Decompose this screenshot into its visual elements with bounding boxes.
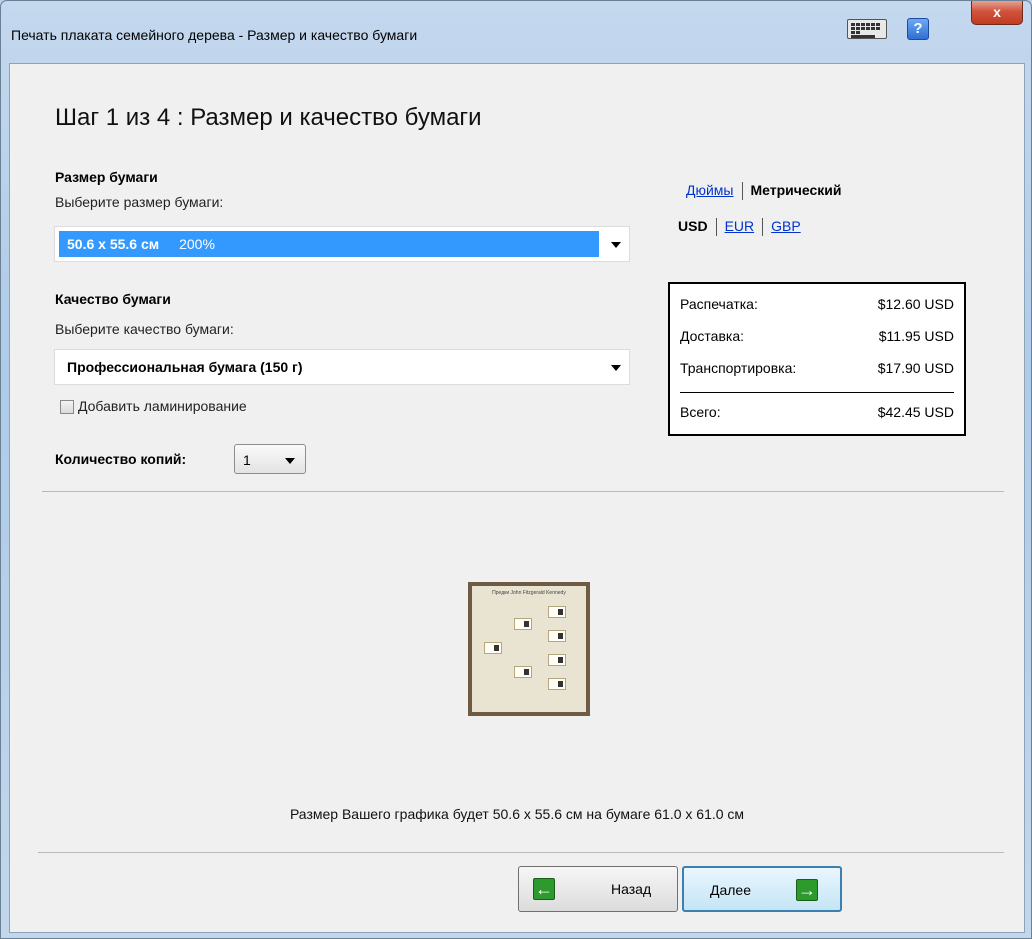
lamination-label[interactable]: Добавить ламинирование [78, 398, 247, 414]
currency-eur-link[interactable]: EUR [725, 218, 755, 234]
currency-switch: USD EUR GBP [678, 218, 801, 237]
price-value: $11.95 USD [878, 328, 954, 344]
price-total-row: Всего: $42.45 USD [680, 404, 954, 420]
chevron-down-icon[interactable] [611, 365, 621, 371]
dialog-content: Шаг 1 из 4 : Размер и качество бумаги Ра… [9, 63, 1025, 933]
preview-card [548, 654, 566, 666]
paper-size-prompt: Выберите размер бумаги: [55, 194, 224, 210]
copies-value: 1 [243, 452, 251, 468]
chevron-down-icon[interactable] [285, 458, 295, 464]
next-button-label: Далее [710, 882, 752, 898]
divider [42, 491, 1004, 492]
total-value: $42.45 USD [877, 404, 954, 420]
price-row: Транспортировка: $17.90 USD [680, 360, 954, 376]
back-button[interactable]: ← Назад [518, 866, 678, 912]
divider [715, 218, 717, 237]
copies-select[interactable]: 1 [234, 444, 306, 474]
paper-size-percent: 200% [179, 236, 215, 252]
currency-gbp-link[interactable]: GBP [771, 218, 801, 234]
total-label: Всего: [680, 404, 721, 420]
price-value: $17.90 USD [877, 360, 954, 376]
paper-size-section-label: Размер бумаги [55, 169, 158, 185]
output-size-caption: Размер Вашего графика будет 50.6 x 55.6 … [289, 806, 745, 822]
chevron-down-icon[interactable] [611, 242, 621, 248]
window-title: Печать плаката семейного дерева - Размер… [11, 27, 418, 43]
copies-label: Количество копий: [55, 451, 187, 467]
step-heading: Шаг 1 из 4 : Размер и качество бумаги [55, 104, 482, 131]
price-label: Доставка: [680, 328, 745, 344]
close-button[interactable]: x [971, 1, 1023, 25]
preview-card [514, 618, 532, 630]
arrow-left-icon: ← [533, 878, 555, 900]
lamination-checkbox[interactable] [60, 400, 74, 414]
paper-quality-select[interactable]: Профессиональная бумага (150 г) [54, 349, 630, 385]
paper-size-selected: 50.6 x 55.6 см 200% [59, 231, 599, 257]
price-row: Распечатка: $12.60 USD [680, 296, 954, 312]
currency-usd-active: USD [678, 218, 708, 234]
price-row: Доставка: $11.95 USD [680, 328, 954, 344]
units-switch: Дюймы Метрический [686, 182, 842, 201]
price-label: Транспортировка: [680, 360, 797, 376]
back-button-label: Назад [611, 881, 652, 897]
preview-card [484, 642, 502, 654]
units-inches-link[interactable]: Дюймы [686, 182, 734, 198]
preview-card [548, 678, 566, 690]
paper-quality-prompt: Выберите качество бумаги: [55, 321, 234, 337]
title-bar: Печать плаката семейного дерева - Размер… [1, 1, 1031, 63]
help-icon[interactable]: ? [907, 18, 929, 40]
paper-size-value: 50.6 x 55.6 см [67, 236, 160, 252]
poster-preview: Предки John Fitzgerald Kennedy [468, 582, 590, 716]
paper-quality-section-label: Качество бумаги [55, 291, 171, 307]
paper-size-select[interactable]: 50.6 x 55.6 см 200% [54, 226, 630, 262]
arrow-right-icon: → [796, 879, 818, 901]
price-value: $12.60 USD [877, 296, 954, 312]
next-button[interactable]: Далее → [682, 866, 842, 912]
keyboard-icon[interactable] [847, 19, 887, 39]
divider [762, 218, 764, 237]
preview-card [548, 630, 566, 642]
dialog-window: Печать плаката семейного дерева - Размер… [0, 0, 1032, 939]
preview-title: Предки John Fitzgerald Kennedy [492, 590, 566, 596]
units-metric-active: Метрический [750, 182, 842, 198]
price-label: Распечатка: [680, 296, 758, 312]
divider [680, 392, 954, 393]
paper-quality-value: Профессиональная бумага (150 г) [67, 359, 303, 375]
preview-card [514, 666, 532, 678]
price-summary: Распечатка: $12.60 USD Доставка: $11.95 US… [668, 282, 966, 436]
divider [38, 852, 1004, 853]
preview-card [548, 606, 566, 618]
divider [741, 182, 743, 201]
